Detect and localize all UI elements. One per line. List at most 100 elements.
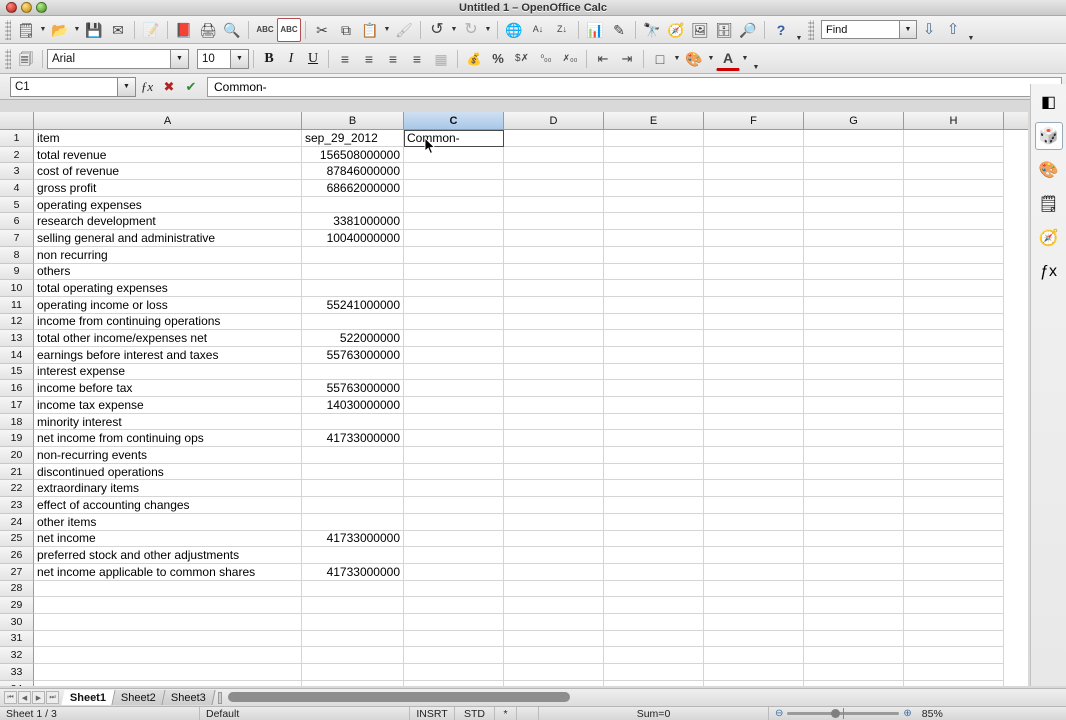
- cell-e27[interactable]: [604, 563, 704, 581]
- cell-g34[interactable]: [804, 680, 904, 686]
- zoom-track[interactable]: [787, 708, 900, 719]
- cell-a25[interactable]: net income: [34, 530, 302, 548]
- cell-d29[interactable]: [504, 597, 604, 614]
- status-insert-mode[interactable]: INSRT: [410, 706, 455, 720]
- paste-icon[interactable]: 📋: [358, 18, 382, 42]
- cell-b24[interactable]: [302, 513, 404, 531]
- cell-e19[interactable]: [604, 430, 704, 448]
- cell-f23[interactable]: [704, 497, 804, 514]
- format-currency-icon[interactable]: 💰: [462, 47, 486, 71]
- cell-c15[interactable]: [404, 363, 504, 381]
- find-previous-icon[interactable]: ⇧: [941, 18, 965, 42]
- navigator-icon[interactable]: 🧭: [664, 18, 688, 42]
- cell-f6[interactable]: [704, 213, 804, 231]
- font-name-dropdown-icon[interactable]: ▼: [170, 49, 188, 68]
- cell-c12[interactable]: [404, 313, 504, 331]
- cell-h32[interactable]: [904, 647, 1004, 664]
- cell-b1[interactable]: sep_29_2012: [302, 130, 404, 147]
- cell-h2[interactable]: [904, 146, 1004, 164]
- row-header-15[interactable]: 15: [0, 363, 34, 381]
- cell-e1[interactable]: [604, 130, 704, 147]
- cell-a18[interactable]: minority interest: [34, 413, 302, 431]
- cell-a12[interactable]: income from continuing operations: [34, 313, 302, 331]
- cell-g22[interactable]: [804, 480, 904, 498]
- cell-b26[interactable]: [302, 547, 404, 564]
- cell-g33[interactable]: [804, 664, 904, 681]
- row-header-10[interactable]: 10: [0, 280, 34, 297]
- cell-g23[interactable]: [804, 497, 904, 514]
- cell-a3[interactable]: cost of revenue: [34, 163, 302, 181]
- cell-b29[interactable]: [302, 597, 404, 614]
- sheet-tab-sheet3[interactable]: Sheet3: [162, 690, 216, 705]
- cell-f24[interactable]: [704, 513, 804, 531]
- cell-g9[interactable]: [804, 263, 904, 281]
- cell-b12[interactable]: [302, 313, 404, 331]
- cell-e6[interactable]: [604, 213, 704, 231]
- cell-f7[interactable]: [704, 230, 804, 247]
- cell-g29[interactable]: [804, 597, 904, 614]
- horizontal-scrollbar[interactable]: [217, 691, 1060, 704]
- cell-d17[interactable]: [504, 397, 604, 414]
- cell-d8[interactable]: [504, 246, 604, 264]
- row-header-8[interactable]: 8: [0, 246, 34, 264]
- cell-c9[interactable]: [404, 263, 504, 281]
- cell-e20[interactable]: [604, 447, 704, 464]
- cell-a22[interactable]: extraordinary items: [34, 480, 302, 498]
- horizontal-scrollbar-thumb[interactable]: [227, 691, 570, 702]
- cell-e4[interactable]: [604, 180, 704, 197]
- redo-icon[interactable]: ↻: [459, 18, 483, 42]
- cell-h20[interactable]: [904, 447, 1004, 464]
- row-header-34[interactable]: 34: [0, 680, 34, 686]
- gallery-icon[interactable]: 🎲: [1034, 122, 1063, 150]
- next-sheet-button[interactable]: ▶: [32, 691, 45, 704]
- cell-a7[interactable]: selling general and administrative: [34, 230, 302, 247]
- cell-d23[interactable]: [504, 497, 604, 514]
- cell-b34[interactable]: [302, 680, 404, 686]
- column-header-a[interactable]: A: [34, 112, 302, 129]
- row-header-25[interactable]: 25: [0, 530, 34, 548]
- cell-g3[interactable]: [804, 163, 904, 181]
- edit-file-icon[interactable]: 📝: [139, 18, 163, 42]
- cell-h26[interactable]: [904, 547, 1004, 564]
- cell-h29[interactable]: [904, 597, 1004, 614]
- cell-b33[interactable]: [302, 664, 404, 681]
- cell-c28[interactable]: [404, 580, 504, 598]
- cell-a15[interactable]: interest expense: [34, 363, 302, 381]
- font-size-combobox[interactable]: 10 ▼: [197, 48, 249, 69]
- cell-c20[interactable]: [404, 447, 504, 464]
- increase-indent-icon[interactable]: ⇥: [615, 47, 639, 71]
- cell-b8[interactable]: [302, 246, 404, 264]
- cell-f1[interactable]: [704, 130, 804, 147]
- cell-d24[interactable]: [504, 513, 604, 531]
- cell-h34[interactable]: [904, 680, 1004, 686]
- row-header-28[interactable]: 28: [0, 580, 34, 598]
- cell-d27[interactable]: [504, 563, 604, 581]
- row-header-20[interactable]: 20: [0, 447, 34, 464]
- cell-h7[interactable]: [904, 230, 1004, 247]
- formatting-toolbar-overflow-icon[interactable]: ▼: [750, 47, 762, 71]
- cell-g20[interactable]: [804, 447, 904, 464]
- cell-c23[interactable]: [404, 497, 504, 514]
- cell-c34[interactable]: [404, 680, 504, 686]
- cell-h23[interactable]: [904, 497, 1004, 514]
- row-header-26[interactable]: 26: [0, 547, 34, 564]
- cell-e30[interactable]: [604, 613, 704, 631]
- cell-h1[interactable]: [904, 130, 1004, 147]
- cell-f13[interactable]: [704, 330, 804, 347]
- cell-a1[interactable]: item: [34, 130, 302, 147]
- save-document-icon[interactable]: 💾: [82, 18, 106, 42]
- sort-ascending-icon[interactable]: A↓: [526, 18, 550, 42]
- cell-h21[interactable]: [904, 463, 1004, 481]
- cell-h4[interactable]: [904, 180, 1004, 197]
- cell-a30[interactable]: [34, 613, 302, 631]
- cell-c6[interactable]: [404, 213, 504, 231]
- cell-b11[interactable]: 55241000000: [302, 296, 404, 314]
- cell-f28[interactable]: [704, 580, 804, 598]
- cell-c31[interactable]: [404, 630, 504, 648]
- row-header-32[interactable]: 32: [0, 647, 34, 664]
- row-header-3[interactable]: 3: [0, 163, 34, 181]
- row-header-27[interactable]: 27: [0, 563, 34, 581]
- function-wizard-icon[interactable]: ƒx: [136, 76, 158, 98]
- cell-h11[interactable]: [904, 296, 1004, 314]
- cell-c4[interactable]: [404, 180, 504, 197]
